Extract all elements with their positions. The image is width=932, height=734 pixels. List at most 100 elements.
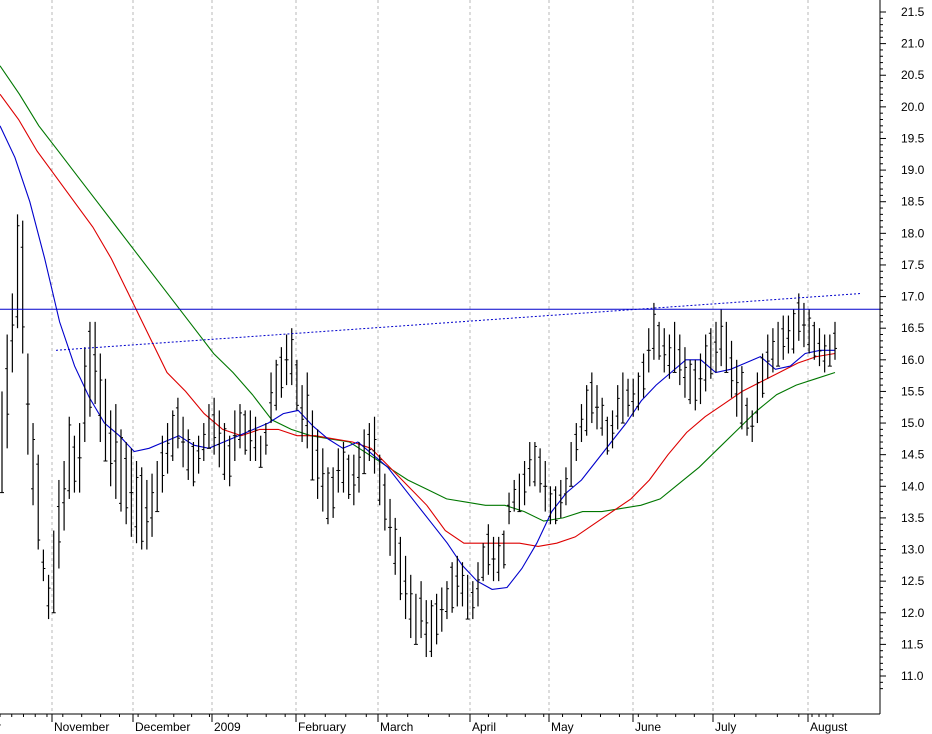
price-bar xyxy=(507,492,512,525)
x-tick-label: March xyxy=(380,720,413,734)
y-tick-label: 19.5 xyxy=(901,131,925,145)
price-bar xyxy=(651,302,656,360)
price-bar xyxy=(36,454,41,550)
price-bar xyxy=(595,385,599,430)
price-bar xyxy=(600,397,605,436)
price-bar xyxy=(517,473,522,513)
price-bar xyxy=(765,334,770,379)
price-bar xyxy=(646,328,651,373)
price-bar xyxy=(776,321,781,367)
price-bar xyxy=(589,372,594,424)
x-tick-label: August xyxy=(810,720,848,734)
price-bar xyxy=(25,353,30,455)
price-bar xyxy=(641,353,646,398)
price-bar xyxy=(465,574,470,620)
price-bar xyxy=(817,328,822,367)
x-tick-label: r xyxy=(0,720,1,734)
price-bar xyxy=(124,442,129,525)
y-tick-label: 14.5 xyxy=(901,448,925,462)
price-bar xyxy=(682,347,687,398)
price-bar xyxy=(41,549,46,582)
price-bar xyxy=(672,321,677,373)
price-bar xyxy=(719,309,724,367)
y-tick-label: 12.0 xyxy=(901,606,925,620)
price-bar xyxy=(160,435,165,493)
price-bar xyxy=(429,600,434,658)
price-bar xyxy=(822,334,827,373)
y-tick-label: 17.0 xyxy=(901,290,925,304)
price-bar xyxy=(77,423,82,493)
price-bar xyxy=(615,385,620,430)
price-bar xyxy=(325,467,330,525)
y-tick-label: 11.0 xyxy=(901,669,924,683)
price-bar xyxy=(191,442,196,487)
price-bar xyxy=(315,429,320,499)
price-bar xyxy=(662,328,667,373)
price-bar xyxy=(569,442,574,487)
y-tick-label: 20.5 xyxy=(901,68,925,82)
price-bar xyxy=(620,372,625,424)
price-bar xyxy=(279,347,284,398)
price-bar xyxy=(527,442,532,487)
y-tick-label: 14.0 xyxy=(901,479,925,493)
price-bar xyxy=(424,600,429,658)
price-bar xyxy=(455,555,460,607)
price-bar xyxy=(119,429,123,512)
price-bar xyxy=(0,391,4,494)
price-bar xyxy=(72,435,77,493)
price-bar xyxy=(755,372,760,424)
y-tick-label: 17.5 xyxy=(901,258,925,272)
ma-slow-line xyxy=(0,65,836,522)
price-bar xyxy=(258,435,263,468)
price-bar xyxy=(31,423,36,506)
price-bar xyxy=(144,479,149,550)
price-bar xyxy=(232,410,237,461)
x-tick-label: November xyxy=(54,720,109,734)
price-bar xyxy=(657,321,662,360)
price-bar xyxy=(574,423,579,461)
price-bar xyxy=(501,530,506,569)
price-bar xyxy=(310,410,315,481)
price-bar xyxy=(134,460,139,544)
price-bar xyxy=(87,321,92,417)
price-bar xyxy=(113,404,118,499)
price-bar xyxy=(532,442,537,487)
y-tick-label: 16.0 xyxy=(901,353,925,367)
price-bar xyxy=(460,562,465,607)
price-bar xyxy=(175,397,180,449)
price-bar xyxy=(739,366,744,430)
price-bar xyxy=(222,423,227,480)
price-bar xyxy=(372,416,377,474)
price-bar xyxy=(393,517,398,575)
y-tick-label: 19.0 xyxy=(901,163,925,177)
price-bar xyxy=(791,309,796,354)
price-bar xyxy=(579,404,584,443)
y-tick-label: 15.5 xyxy=(901,384,925,398)
x-tick-label: April xyxy=(472,720,496,734)
price-bar xyxy=(470,581,475,620)
y-tick-label: 16.5 xyxy=(901,321,925,335)
price-bar xyxy=(444,581,449,620)
price-bar xyxy=(434,593,439,645)
price-bar xyxy=(708,328,713,379)
price-bar xyxy=(67,416,72,499)
price-bar xyxy=(20,220,25,354)
price-bar xyxy=(150,473,155,537)
x-tick-label: 2009 xyxy=(214,720,241,734)
price-bar xyxy=(346,454,351,499)
price-bar xyxy=(796,293,801,341)
chart-axes xyxy=(0,0,881,715)
price-bar xyxy=(10,293,15,373)
price-bar xyxy=(734,359,739,417)
price-bar xyxy=(155,460,160,513)
price-bar xyxy=(408,574,413,639)
price-bar xyxy=(274,359,279,411)
price-bar xyxy=(248,410,253,461)
price-bar xyxy=(538,448,543,493)
price-bar xyxy=(331,467,336,518)
price-bar xyxy=(351,454,356,506)
price-bar xyxy=(289,328,294,386)
stock-chart: 21.5 21.0 20.5 20.0 19.5 19.0 18.5 18.0 17.5 17.0… xyxy=(0,0,925,734)
x-tick-label: December xyxy=(135,720,190,734)
price-bar xyxy=(724,321,729,373)
